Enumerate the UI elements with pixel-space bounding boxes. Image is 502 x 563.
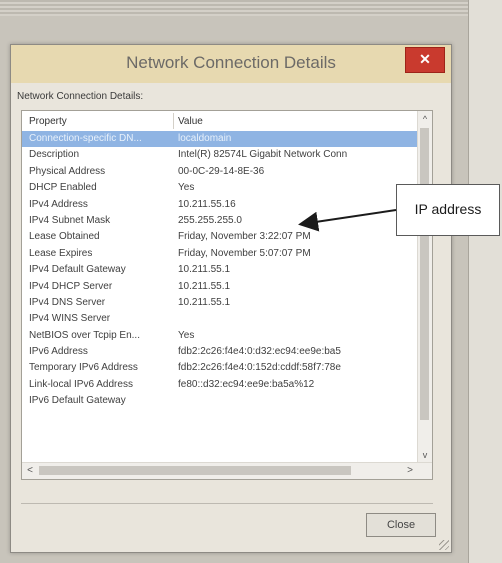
value-cell: Friday, November 3:22:07 PM bbox=[178, 231, 311, 243]
table-row[interactable]: IPv4 Default Gateway 10.211.55.1 bbox=[22, 262, 418, 278]
property-cell: Description bbox=[29, 149, 80, 161]
table-row[interactable]: Lease Obtained Friday, November 3:22:07 P… bbox=[22, 229, 418, 245]
value-cell: fdb2:2c26:f4e4:0:d32:ec94:ee9e:ba5 bbox=[178, 346, 341, 358]
network-connection-details-dialog: Network Connection Details ✕ Network Con… bbox=[10, 44, 452, 553]
ip-address-callout: IP address bbox=[396, 184, 500, 236]
value-cell: fdb2:2c26:f4e4:0:152d:cddf:58f7:78e bbox=[178, 362, 341, 374]
details-list[interactable]: Property Value Connection-specific DN...… bbox=[21, 110, 433, 480]
table-row[interactable]: IPv6 Address fdb2:2c26:f4e4:0:d32:ec94:ee… bbox=[22, 344, 418, 360]
close-icon[interactable]: ✕ bbox=[405, 47, 445, 73]
background-titlebar bbox=[0, 0, 468, 16]
property-cell: Lease Obtained bbox=[29, 231, 100, 243]
vertical-scrollbar[interactable]: ^ v bbox=[417, 111, 432, 463]
property-cell: IPv4 DHCP Server bbox=[29, 280, 113, 292]
property-cell: IPv4 Default Gateway bbox=[29, 264, 126, 276]
property-cell: IPv4 Address bbox=[29, 198, 88, 210]
horizontal-scrollbar[interactable]: < > bbox=[22, 462, 432, 479]
scroll-down-icon[interactable]: v bbox=[418, 447, 432, 463]
table-row[interactable]: IPv4 DHCP Server 10.211.55.1 bbox=[22, 279, 418, 295]
table-row[interactable]: IPv4 WINS Server bbox=[22, 311, 418, 327]
table-row[interactable]: IPv6 Default Gateway bbox=[22, 393, 418, 409]
dialog-titlebar: Network Connection Details ✕ bbox=[11, 45, 451, 83]
value-cell: Yes bbox=[178, 329, 195, 341]
value-cell: Friday, November 5:07:07 PM bbox=[178, 247, 311, 259]
resize-grip-icon[interactable] bbox=[439, 540, 449, 550]
table-row[interactable]: IPv4 Subnet Mask 255.255.255.0 bbox=[22, 213, 418, 229]
vertical-scroll-thumb[interactable] bbox=[420, 128, 429, 420]
property-cell: DHCP Enabled bbox=[29, 182, 97, 194]
column-header-property[interactable]: Property bbox=[29, 116, 67, 127]
property-cell: Link-local IPv6 Address bbox=[29, 378, 133, 390]
table-row[interactable]: Physical Address 00-0C-29-14-8E-36 bbox=[22, 164, 418, 180]
property-cell: IPv4 DNS Server bbox=[29, 296, 106, 308]
property-cell: IPv6 Default Gateway bbox=[29, 395, 126, 407]
value-cell: 00-0C-29-14-8E-36 bbox=[178, 165, 265, 177]
dialog-title: Network Connection Details bbox=[126, 53, 336, 72]
property-cell: Connection-specific DN... bbox=[29, 133, 142, 144]
property-cell: IPv6 Address bbox=[29, 346, 88, 358]
scroll-up-icon[interactable]: ^ bbox=[418, 111, 432, 127]
column-header-value[interactable]: Value bbox=[178, 116, 203, 127]
column-separator[interactable] bbox=[173, 113, 174, 129]
button-divider bbox=[21, 503, 433, 504]
column-header-row: Property Value bbox=[22, 111, 418, 132]
value-cell: 255.255.255.0 bbox=[178, 214, 242, 226]
value-cell: Intel(R) 82574L Gigabit Network Conn bbox=[178, 149, 348, 161]
details-group-label: Network Connection Details: bbox=[17, 91, 144, 102]
scroll-left-icon[interactable]: < bbox=[22, 463, 38, 479]
table-row[interactable]: Connection-specific DN... localdomain bbox=[22, 131, 418, 148]
value-cell: Yes bbox=[178, 182, 195, 194]
table-row[interactable]: IPv4 Address 10.211.55.16 bbox=[22, 197, 418, 213]
value-cell: 10.211.55.16 bbox=[178, 198, 236, 210]
close-button[interactable]: Close bbox=[366, 513, 436, 537]
property-cell: Temporary IPv6 Address bbox=[29, 362, 138, 374]
value-cell: 10.211.55.1 bbox=[178, 296, 231, 308]
table-row[interactable]: Description Intel(R) 82574L Gigabit Netwo… bbox=[22, 147, 418, 163]
scroll-right-icon[interactable]: > bbox=[402, 463, 418, 479]
property-cell: NetBIOS over Tcpip En... bbox=[29, 329, 140, 341]
details-rows: Connection-specific DN... localdomain Desc… bbox=[22, 131, 418, 410]
table-row[interactable]: Temporary IPv6 Address fdb2:2c26:f4e4:0:1… bbox=[22, 360, 418, 376]
value-cell: 10.211.55.1 bbox=[178, 280, 231, 292]
table-row[interactable]: IPv4 DNS Server 10.211.55.1 bbox=[22, 295, 418, 311]
callout-label: IP address bbox=[414, 201, 482, 217]
property-cell: Physical Address bbox=[29, 165, 106, 177]
table-row[interactable]: NetBIOS over Tcpip En... Yes bbox=[22, 328, 418, 344]
horizontal-scroll-thumb[interactable] bbox=[39, 466, 351, 475]
table-row[interactable]: DHCP Enabled Yes bbox=[22, 180, 418, 196]
property-cell: IPv4 WINS Server bbox=[29, 313, 111, 325]
table-row[interactable]: Link-local IPv6 Address fe80::d32:ec94:ee… bbox=[22, 377, 418, 393]
property-cell: Lease Expires bbox=[29, 247, 93, 259]
value-cell: 10.211.55.1 bbox=[178, 264, 231, 276]
value-cell: localdomain bbox=[178, 133, 232, 144]
value-cell: fe80::d32:ec94:ee9e:ba5a%12 bbox=[178, 378, 315, 390]
table-row[interactable]: Lease Expires Friday, November 5:07:07 PM bbox=[22, 246, 418, 262]
property-cell: IPv4 Subnet Mask bbox=[29, 214, 111, 226]
